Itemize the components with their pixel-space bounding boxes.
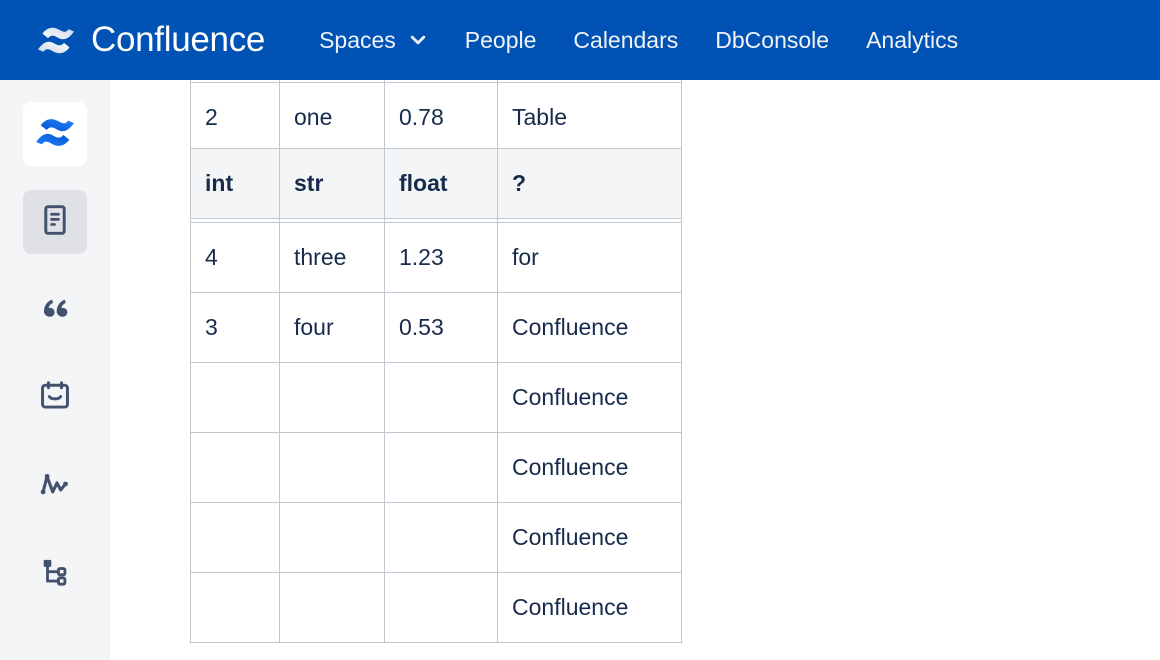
nav-item-people[interactable]: People — [453, 21, 549, 60]
column-header-int[interactable]: int — [191, 148, 280, 218]
table-row[interactable]: 4 three 1.23 for — [191, 223, 682, 293]
cell-str[interactable] — [280, 433, 385, 503]
brand-home-link[interactable]: Confluence — [36, 20, 265, 60]
sidebar-item-sitemap[interactable] — [23, 542, 87, 606]
cell-int[interactable]: 2 — [191, 83, 280, 153]
nav-item-label: People — [465, 27, 537, 54]
nav-item-label: Spaces — [319, 27, 396, 54]
column-header-str[interactable]: str — [280, 148, 385, 218]
sidebar-item-home[interactable] — [23, 102, 87, 166]
sidebar-item-pages[interactable] — [23, 190, 87, 254]
data-table: int str float ? 2 one 0.78 Table 1 two 9… — [190, 80, 682, 643]
table-row[interactable]: 2 one 0.78 Table — [191, 83, 682, 153]
top-navigation-bar: Confluence Spaces People Calendars DbCon… — [0, 0, 1160, 80]
cell-float[interactable]: 0.53 — [385, 293, 498, 363]
nav-item-analytics[interactable]: Analytics — [854, 21, 970, 60]
cell-q[interactable]: Confluence — [498, 363, 682, 433]
cell-q[interactable]: Confluence — [498, 503, 682, 573]
nav-item-dbconsole[interactable]: DbConsole — [703, 21, 841, 60]
table-scroll-container[interactable]: int str float ? 2 one 0.78 Table 1 two 9… — [190, 80, 681, 643]
cell-str[interactable]: one — [280, 83, 385, 153]
cell-float[interactable]: 1.23 — [385, 223, 498, 293]
column-header-q[interactable]: ? — [498, 148, 682, 218]
sidebar-item-calendars[interactable] — [23, 366, 87, 430]
analytics-chart-icon — [38, 467, 72, 506]
cell-str[interactable] — [280, 573, 385, 643]
main-content-area: int str float ? 2 one 0.78 Table 1 two 9… — [110, 80, 1160, 660]
nav-item-label: DbConsole — [715, 27, 829, 54]
column-header-float[interactable]: float — [385, 148, 498, 218]
cell-q[interactable]: Table — [498, 83, 682, 153]
cell-float[interactable] — [385, 363, 498, 433]
cell-q[interactable]: Confluence — [498, 293, 682, 363]
table-row[interactable]: Confluence — [191, 573, 682, 643]
cell-int[interactable] — [191, 363, 280, 433]
cell-int[interactable]: 4 — [191, 223, 280, 293]
brand-title: Confluence — [91, 20, 265, 60]
table-row[interactable]: 3 four 0.53 Confluence — [191, 293, 682, 363]
cell-int[interactable]: 3 — [191, 293, 280, 363]
table-row[interactable]: Confluence — [191, 503, 682, 573]
cell-float[interactable]: 0.78 — [385, 83, 498, 153]
cell-str[interactable]: four — [280, 293, 385, 363]
cell-str[interactable] — [280, 503, 385, 573]
sidebar-item-analytics[interactable] — [23, 454, 87, 518]
cell-str[interactable]: three — [280, 223, 385, 293]
cell-float[interactable] — [385, 433, 498, 503]
chevron-down-icon — [408, 30, 428, 50]
cell-q[interactable]: Confluence — [498, 573, 682, 643]
confluence-logo-icon — [34, 111, 76, 158]
cell-int[interactable] — [191, 433, 280, 503]
left-icon-sidebar — [0, 80, 110, 660]
cell-q[interactable]: for — [498, 223, 682, 293]
calendar-icon — [38, 379, 72, 418]
nav-item-calendars[interactable]: Calendars — [561, 21, 690, 60]
primary-nav: Spaces People Calendars DbConsole Analyt… — [307, 21, 970, 60]
cell-int[interactable] — [191, 503, 280, 573]
cell-float[interactable] — [385, 503, 498, 573]
nav-item-label: Analytics — [866, 27, 958, 54]
table-row[interactable]: Confluence — [191, 433, 682, 503]
table-row[interactable]: Confluence — [191, 363, 682, 433]
cell-q[interactable]: Confluence — [498, 433, 682, 503]
nav-item-spaces[interactable]: Spaces — [307, 21, 440, 60]
cell-int[interactable] — [191, 573, 280, 643]
sitemap-icon — [38, 555, 72, 594]
nav-item-label: Calendars — [573, 27, 678, 54]
cell-float[interactable] — [385, 573, 498, 643]
cell-str[interactable] — [280, 363, 385, 433]
page-icon — [38, 203, 72, 242]
sidebar-item-blog[interactable] — [23, 278, 87, 342]
quote-icon — [38, 291, 72, 330]
confluence-logo-icon — [36, 20, 76, 60]
